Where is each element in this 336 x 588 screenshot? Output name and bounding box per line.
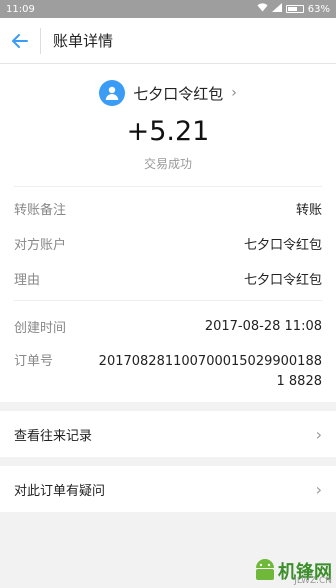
user-icon: [105, 86, 119, 100]
detail-label: 创建时间: [14, 321, 67, 336]
chevron-right-icon: ›: [315, 424, 322, 444]
details-section-2: 创建时间 2017-08-28 11:08 订单号 20170828110070…: [0, 301, 336, 402]
page-title: 账单详情: [53, 32, 114, 50]
order-question-link[interactable]: 对此订单有疑问 ›: [0, 466, 336, 512]
view-history-link[interactable]: 查看往来记录 ›: [0, 411, 336, 457]
chevron-right-icon: ›: [315, 479, 322, 499]
detail-row: 对方账户 七夕口令红包: [0, 226, 336, 261]
status-bar: 11:09 63%: [0, 0, 336, 18]
detail-label: 对方账户: [14, 238, 67, 253]
app-header: 账单详情: [0, 18, 336, 64]
status-time: 11:09: [6, 3, 35, 15]
bill-summary: 七夕口令红包 › +5.21 交易成功: [0, 64, 336, 186]
watermark-url: JLWZ.CN: [294, 576, 332, 586]
detail-label: 转账备注: [14, 203, 67, 218]
link-label: 查看往来记录: [14, 428, 93, 444]
detail-value: 转账: [295, 203, 322, 218]
avatar: [99, 80, 126, 106]
section-gap: [0, 402, 336, 411]
counterparty-link[interactable]: 七夕口令红包 ›: [0, 78, 336, 108]
back-button[interactable]: [0, 18, 40, 64]
detail-row: 创建时间 2017-08-28 11:08: [0, 309, 336, 344]
link-label: 对此订单有疑问: [14, 483, 106, 499]
transaction-status: 交易成功: [143, 157, 192, 171]
header-divider: [40, 27, 41, 54]
detail-label: 订单号: [14, 354, 54, 369]
watermark-logo: 机锋网 JLWZ.CN: [252, 556, 332, 586]
battery-percent: 63%: [307, 3, 330, 15]
battery-icon: [285, 5, 304, 13]
arrow-left-icon: [12, 33, 28, 48]
wifi-icon: [257, 3, 268, 15]
detail-value: 七夕口令红包: [243, 273, 322, 288]
amount: +5.21: [126, 116, 210, 147]
section-gap: [0, 457, 336, 466]
android-icon: [256, 559, 274, 580]
detail-value: 2017-08-28 11:08: [204, 319, 322, 334]
details-section: 转账备注 转账 对方账户 七夕口令红包 理由 七夕口令红包: [0, 187, 336, 300]
detail-row: 转账备注 转账: [0, 191, 336, 226]
order-number: 2017082811007000150299001881 8828: [98, 354, 322, 389]
detail-row: 理由 七夕口令红包: [0, 261, 336, 296]
signal-icon: [271, 3, 282, 15]
bill-detail-card: 七夕口令红包 › +5.21 交易成功 转账备注 转账 对方账户 七夕口令红包 …: [0, 64, 336, 402]
detail-label: 理由: [14, 273, 41, 288]
counterparty-name: 七夕口令红包: [133, 84, 224, 103]
chevron-right-icon: ›: [231, 85, 237, 101]
detail-value: 七夕口令红包: [243, 238, 322, 253]
detail-row: 订单号 2017082811007000150299001881 8828: [0, 344, 336, 392]
